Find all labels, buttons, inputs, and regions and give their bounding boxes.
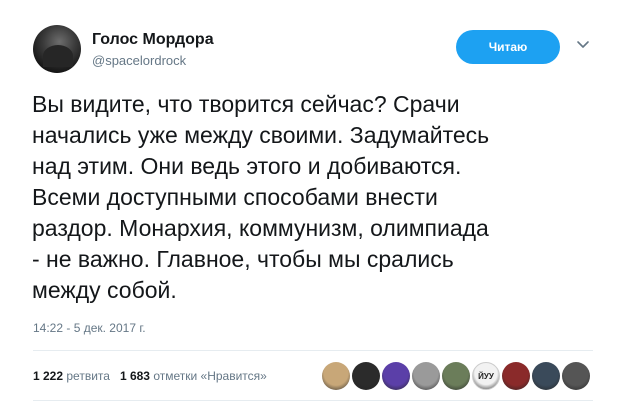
liker-avatar-3[interactable] <box>382 362 410 390</box>
liker-avatar-7[interactable] <box>502 362 530 390</box>
likes-count: 1 683 <box>119 369 150 383</box>
display-name[interactable]: Голос Мордора <box>92 31 214 49</box>
liker-avatars: ЙУУ <box>322 362 590 390</box>
tweet-text-line: Всеми доступными способами внести <box>32 184 438 210</box>
liker-avatar-5[interactable] <box>442 362 470 390</box>
tweet-stats: 1 222 ретвита 1 683 отметки «Нравится» <box>33 369 267 383</box>
likes-label: отметки «Нравится» <box>153 369 267 383</box>
user-handle[interactable]: @spacelordrock <box>92 53 186 68</box>
retweets-count: 1 222 <box>33 369 64 383</box>
divider <box>33 400 593 401</box>
tweet-text-line: между собой. <box>32 277 177 303</box>
retweets-label: ретвита <box>66 369 110 383</box>
liker-avatar-2[interactable] <box>352 362 380 390</box>
user-avatar[interactable] <box>33 25 81 73</box>
tweet-text-line: над этим. Они ведь этого и добиваются. <box>32 153 462 179</box>
divider <box>33 350 593 351</box>
tweet-timestamp[interactable]: 14:22 - 5 дек. 2017 г. <box>33 321 146 335</box>
chevron-down-icon[interactable] <box>576 40 590 50</box>
liker-avatar-4[interactable] <box>412 362 440 390</box>
tweet-text-line: раздор. Монархия, коммунизм, олимпиада <box>32 215 489 241</box>
tweet-text-line: - не важно. Главное, чтобы мы срались <box>32 246 454 272</box>
tweet-text-line: Вы видите, что творится сейчас? Срачи <box>32 91 460 117</box>
follow-button[interactable]: Читаю <box>456 30 560 64</box>
likes-stat[interactable]: 1 683 отметки «Нравится» <box>120 369 267 383</box>
retweets-stat[interactable]: 1 222 ретвита <box>33 369 110 383</box>
liker-avatar-1[interactable] <box>322 362 350 390</box>
follow-button-label: Читаю <box>488 40 528 54</box>
tweet-text-line: начались уже между своими. Задумайтесь <box>32 122 490 148</box>
liker-avatar-6[interactable]: ЙУУ <box>472 362 500 390</box>
liker-avatar-9[interactable] <box>562 362 590 390</box>
tweet-text: Вы видите, что творится сейчас? Срачи на… <box>32 89 602 306</box>
liker-avatar-text: ЙУУ <box>478 372 494 381</box>
liker-avatar-8[interactable] <box>532 362 560 390</box>
